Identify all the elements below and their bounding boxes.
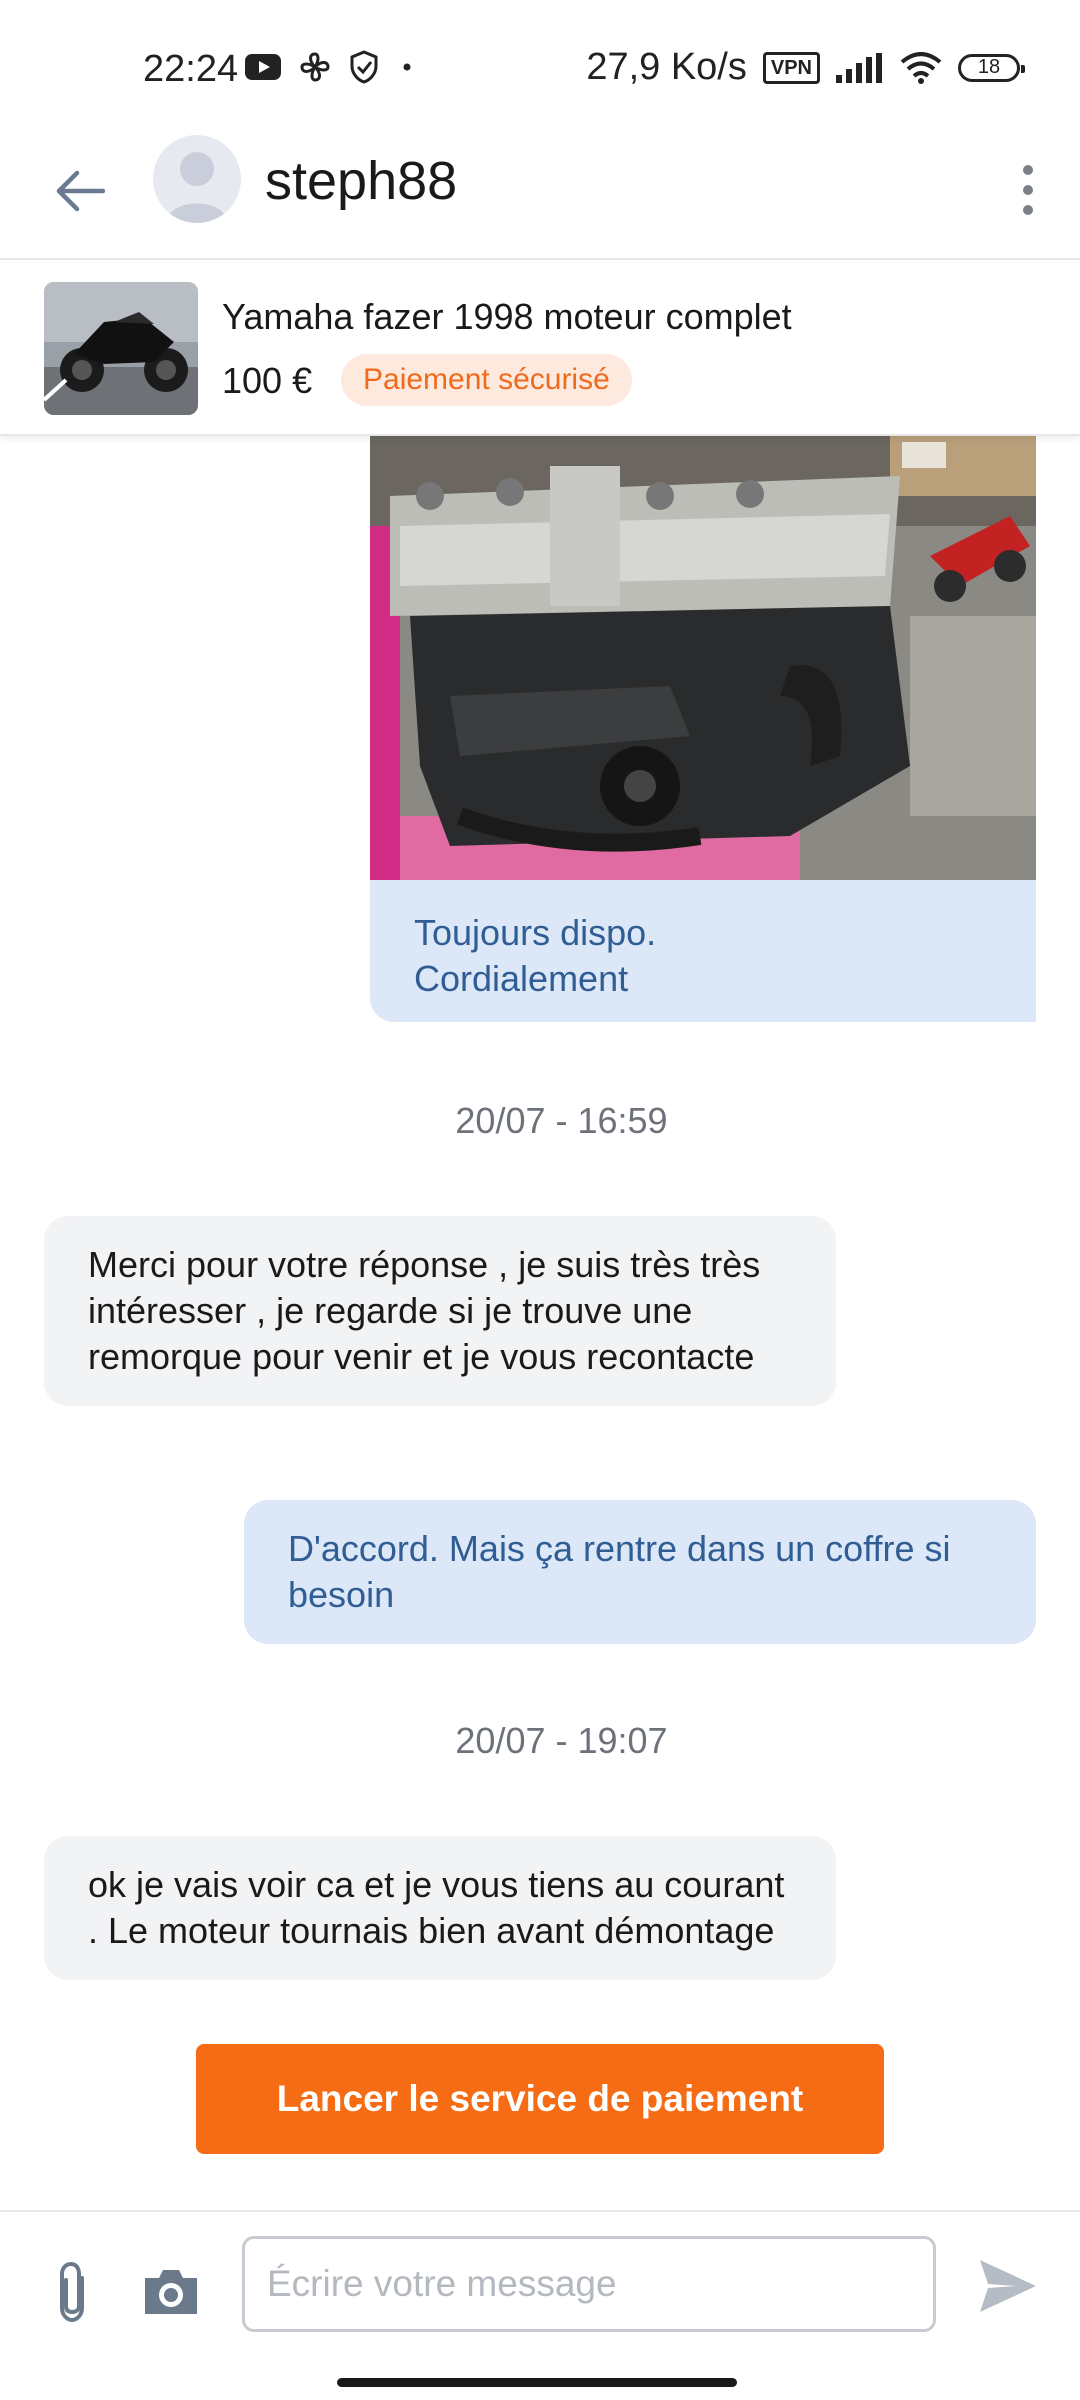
shield-check-icon — [350, 50, 378, 84]
more-dot — [1023, 205, 1033, 215]
wifi-icon — [900, 51, 942, 84]
incoming-message[interactable]: Merci pour votre réponse , je suis très … — [44, 1216, 836, 1406]
message-input[interactable] — [242, 2236, 936, 2332]
user-silhouette-icon — [167, 152, 227, 223]
message-timestamp: 20/07 - 19:07 — [455, 1720, 668, 1761]
back-button[interactable] — [44, 155, 116, 227]
message-timestamp: 20/07 - 16:59 — [455, 1100, 668, 1141]
status-time: 22:24 — [143, 48, 239, 90]
network-speed: 27,9 Ko/s — [586, 46, 747, 88]
image-caption: Toujours dispo. Cordialement — [414, 910, 656, 1002]
message-composer — [0, 2210, 1080, 2400]
more-options-button[interactable] — [998, 152, 1058, 228]
message-list[interactable]: Toujours dispo. Cordialement 20/07 - 16:… — [0, 436, 1080, 2020]
camera-icon — [145, 2270, 197, 2314]
outgoing-message[interactable]: D'accord. Mais ça rentre dans un coffre … — [244, 1500, 1036, 1644]
vpn-icon: VPN — [762, 51, 820, 84]
home-indicator[interactable] — [337, 2378, 737, 2387]
outgoing-image-message[interactable]: Toujours dispo. Cordialement — [370, 436, 1036, 1022]
signal-icon — [836, 52, 882, 83]
contact-username[interactable]: steph88 — [265, 150, 457, 212]
listing-thumbnail — [44, 282, 198, 415]
launch-payment-button[interactable]: Lancer le service de paiement — [196, 2044, 884, 2154]
fan-icon — [300, 52, 330, 82]
listing-card[interactable]: Yamaha fazer 1998 moteur complet 100 € P… — [0, 262, 1080, 436]
avatar[interactable] — [153, 135, 241, 223]
secure-payment-badge: Paiement sécurisé — [341, 354, 632, 406]
status-right: 27,9 Ko/s VPN 18 — [586, 46, 1025, 89]
attach-button[interactable] — [42, 2252, 102, 2332]
paperclip-icon — [60, 2261, 84, 2323]
caption-line: Toujours dispo. — [414, 912, 657, 953]
engine-photo[interactable] — [370, 436, 1036, 880]
send-icon — [980, 2260, 1036, 2312]
send-button[interactable] — [972, 2250, 1044, 2322]
notification-icons — [245, 50, 417, 84]
more-dot — [1023, 185, 1033, 195]
youtube-icon — [245, 54, 281, 80]
incoming-message[interactable]: ok je vais voir ca et je vous tiens au c… — [44, 1836, 836, 1980]
status-bar: 22:24 27,9 Ko/s VPN 18 — [0, 0, 1080, 130]
caption-line: Cordialement — [414, 958, 629, 999]
chat-header: steph88 — [0, 130, 1080, 260]
more-dot — [1023, 165, 1033, 175]
motorcycle-photo — [44, 282, 198, 415]
listing-price: 100 € — [222, 360, 313, 401]
listing-title: Yamaha fazer 1998 moteur complet — [222, 296, 792, 337]
dot-icon — [403, 63, 411, 71]
battery-icon: 18 — [958, 53, 1025, 82]
arrow-left-icon — [56, 170, 105, 212]
camera-button[interactable] — [136, 2254, 206, 2330]
